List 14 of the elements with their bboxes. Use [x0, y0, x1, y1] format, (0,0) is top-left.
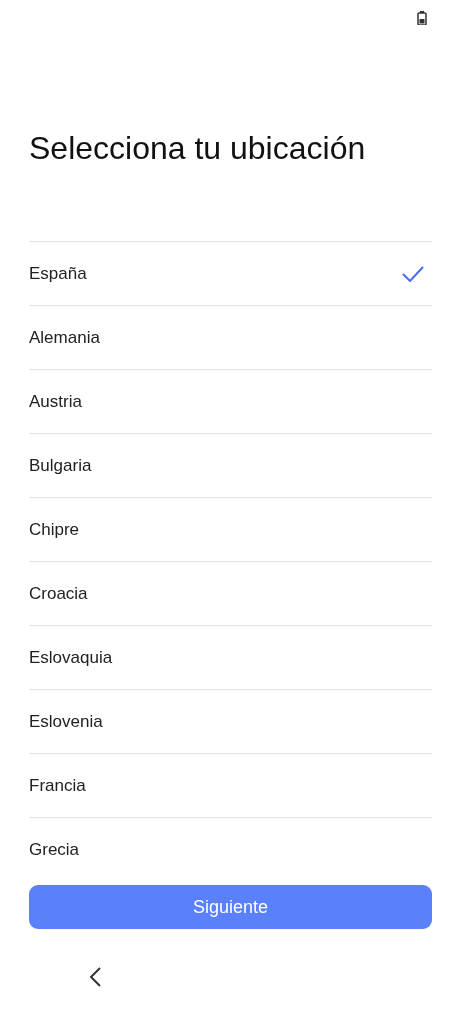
country-item[interactable]: Croacia	[29, 561, 432, 625]
country-item[interactable]: Eslovaquia	[29, 625, 432, 689]
next-button[interactable]: Siguiente	[29, 885, 432, 929]
country-item[interactable]: Chipre	[29, 497, 432, 561]
country-item[interactable]: Grecia	[29, 817, 432, 881]
page-title: Selecciona tu ubicación	[29, 129, 367, 168]
battery-icon	[417, 11, 427, 25]
back-icon[interactable]	[88, 966, 102, 987]
country-item[interactable]: Eslovenia	[29, 689, 432, 753]
country-item[interactable]: Alemania	[29, 305, 432, 369]
country-item[interactable]: Austria	[29, 369, 432, 433]
country-item[interactable]: Francia	[29, 753, 432, 817]
country-item[interactable]: España	[29, 241, 432, 305]
country-item[interactable]: Bulgaria	[29, 433, 432, 497]
